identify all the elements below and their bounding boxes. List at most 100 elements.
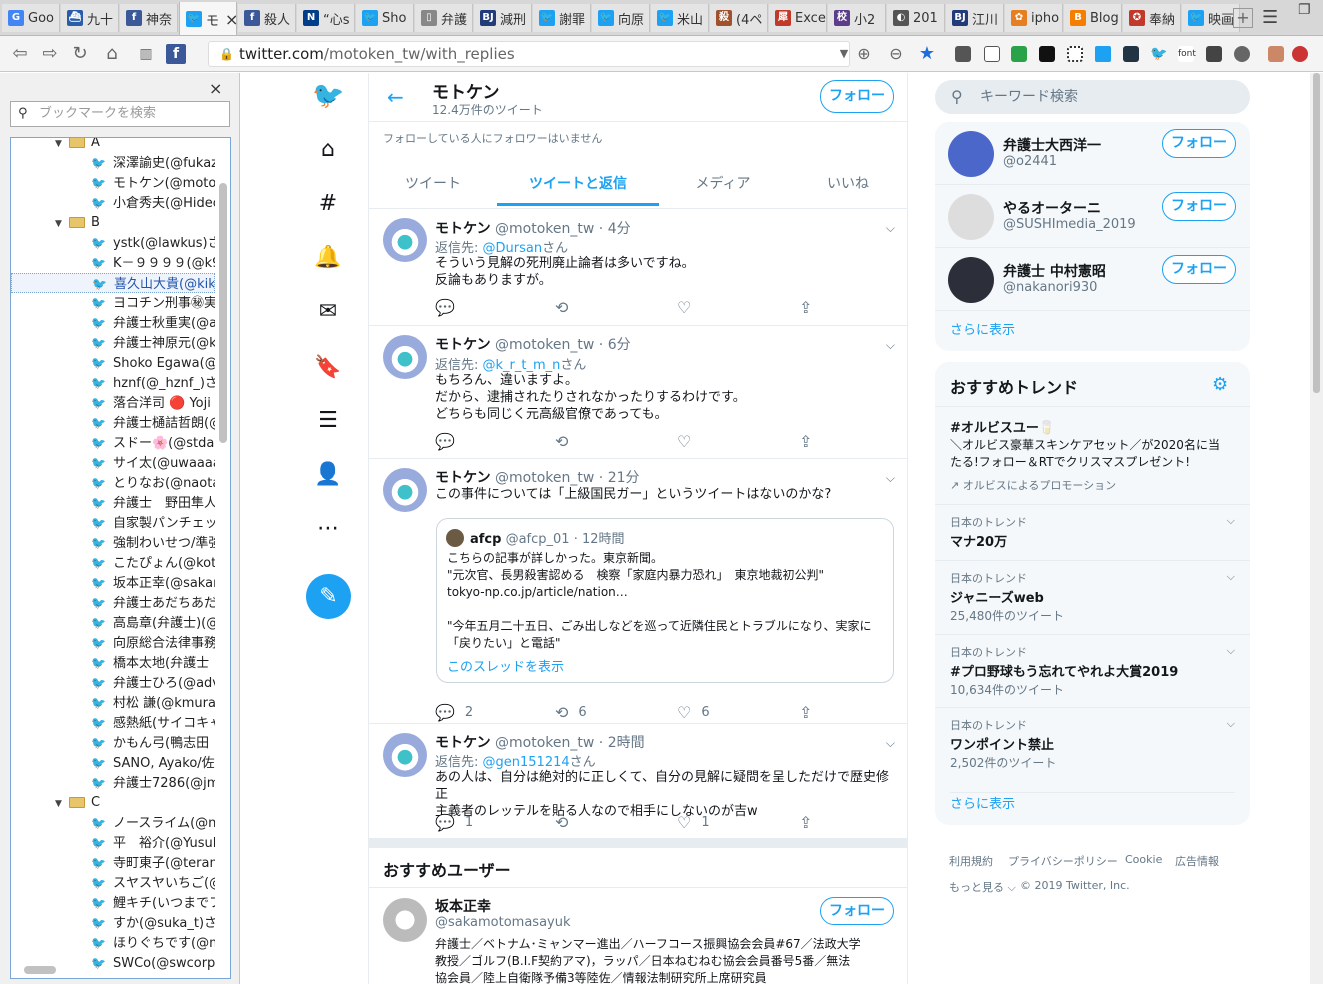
tweet-author-name[interactable]: モトケン bbox=[435, 735, 491, 751]
bookmark-item[interactable]: 🐦 深澤諭史(@fukaz bbox=[11, 153, 215, 173]
reply-to-link[interactable]: @Dursan bbox=[483, 241, 543, 256]
profile-icon[interactable] bbox=[1292, 46, 1308, 62]
twitter-logo-icon[interactable]: 🐦 bbox=[312, 80, 344, 112]
back-arrow-icon[interactable]: ⇦ bbox=[10, 44, 30, 64]
promoted-trend[interactable]: #オルビスユー🥛 ＼オルビス豪華スキンケアセット／が2020名に当 たる!フォロ… bbox=[935, 406, 1250, 498]
who-to-follow-handle[interactable]: @o2441 bbox=[1003, 154, 1057, 169]
browser-tab[interactable]: BJ 減刑 bbox=[474, 4, 532, 32]
bookmark-item[interactable]: 🐦 鯉キチ(いつまでフ bbox=[11, 893, 215, 913]
bookmark-item[interactable]: 🐦 弁護士あだちあだち bbox=[11, 593, 215, 613]
trend-item[interactable]: 日本のトレンド ⌵ マナ20万 bbox=[935, 504, 1250, 559]
share-button[interactable]: ⇪ bbox=[799, 813, 812, 832]
trend-item[interactable]: 日本のトレンド ⌵ ジャニーズweb 25,480件のツイート bbox=[935, 560, 1250, 634]
bookmark-item[interactable]: 🐦 とりなお(@naotar bbox=[11, 473, 215, 493]
bookmark-item[interactable]: 🐦 村松 謙(@kmurar bbox=[11, 693, 215, 713]
like-button[interactable]: ♡ bbox=[677, 298, 701, 317]
chevron-down-icon[interactable]: ⌵ bbox=[1227, 514, 1235, 528]
avatar[interactable] bbox=[383, 898, 427, 942]
browser-tab[interactable]: f 神奈 bbox=[120, 4, 178, 32]
like-button[interactable]: ♡ 6 bbox=[677, 703, 710, 722]
quoted-handle[interactable]: @afcp_01 bbox=[506, 532, 570, 547]
bookmark-item[interactable]: 🐦 向原総合法律事務 bbox=[11, 633, 215, 653]
browser-tab[interactable]: N “心s bbox=[297, 4, 355, 32]
browser-tab[interactable]: G Goo bbox=[2, 4, 60, 32]
avatar[interactable] bbox=[948, 131, 994, 177]
quoted-time[interactable]: · 12時間 bbox=[574, 532, 625, 547]
url-bar[interactable]: 🔒 twitter.com/motoken_tw/with_replies bbox=[208, 41, 850, 67]
tweet-author-name[interactable]: モトケン bbox=[435, 221, 491, 237]
bookmark-folder[interactable]: ▼ C bbox=[11, 793, 215, 813]
who-to-follow-item[interactable]: 弁護士 中村憲昭 @nakanori930 フォロー bbox=[935, 248, 1250, 311]
tweet-handle[interactable]: @motoken_tw bbox=[495, 735, 594, 751]
reply-button[interactable]: 💬 bbox=[435, 298, 465, 317]
reply-button[interactable]: 💬 1 bbox=[435, 813, 473, 832]
who-to-follow-name[interactable]: 弁護士大西洋一 bbox=[1003, 135, 1101, 155]
like-button[interactable]: ♡ bbox=[677, 432, 701, 451]
tab-media[interactable]: メディア bbox=[659, 173, 787, 193]
facebook-icon[interactable]: f bbox=[166, 44, 186, 64]
bookmark-folder[interactable]: ▼ A bbox=[11, 138, 215, 153]
tab-tweets[interactable]: ツイート bbox=[369, 173, 497, 193]
url-dropdown-icon[interactable]: ▼ bbox=[834, 44, 854, 64]
retweet-button[interactable]: ⟲ 6 bbox=[555, 703, 587, 722]
bookmark-item[interactable]: 🐦 弁護士樋詰哲朗(@ bbox=[11, 413, 215, 433]
tweet-handle[interactable]: @motoken_tw bbox=[495, 470, 594, 486]
footer-more-link[interactable]: もっと見る ⌵ bbox=[949, 879, 1016, 895]
move-icon[interactable] bbox=[1067, 46, 1083, 62]
expand-triangle-icon[interactable]: ▼ bbox=[55, 214, 65, 233]
avatar[interactable] bbox=[383, 733, 427, 777]
window-icon[interactable]: ❐ bbox=[1298, 2, 1311, 18]
reload-icon[interactable]: ↻ bbox=[70, 44, 90, 64]
bookmark-item[interactable]: 🐦 弁護士神原元(@k bbox=[11, 333, 215, 353]
bookmark-item[interactable]: 🐦 hznf(@_hznf_)さん bbox=[11, 373, 215, 393]
bookmark-item[interactable]: 🐦 スヤスヤいちご(@ bbox=[11, 873, 215, 893]
share-button[interactable]: ⇪ bbox=[799, 298, 812, 317]
zoom-out-icon[interactable]: ⊖ bbox=[886, 44, 906, 64]
bookmark-item[interactable]: 🐦 サイ太(@uwaaaa) bbox=[11, 453, 215, 473]
footer-privacy-link[interactable]: プライバシーポリシー bbox=[1008, 853, 1118, 869]
menu-icon[interactable]: ☰ bbox=[1262, 7, 1278, 28]
chevron-down-icon[interactable]: ⌵ bbox=[886, 338, 895, 353]
extension-icon[interactable] bbox=[1095, 46, 1111, 62]
font-icon[interactable]: font bbox=[1178, 46, 1196, 62]
bookmark-item[interactable]: 🐦 高島章(弁護士)(@ bbox=[11, 613, 215, 633]
who-to-follow-handle[interactable]: @nakanori930 bbox=[1003, 280, 1097, 295]
browser-tab[interactable]: 🐦 向原 bbox=[592, 4, 650, 32]
profile-avatar-icon[interactable]: 👤 bbox=[312, 459, 344, 491]
bookmarks-icon[interactable]: 🔖 bbox=[312, 352, 344, 384]
zoom-in-icon[interactable]: ⊕ bbox=[854, 44, 874, 64]
explore-hashtag-icon[interactable]: # bbox=[312, 188, 344, 220]
recommended-user-name[interactable]: 坂本正幸 bbox=[435, 896, 491, 916]
bookmark-item[interactable]: 🐦 橋本太地(弁護士 bbox=[11, 653, 215, 673]
bookmark-item[interactable]: 🐦 寺町東子(@teram bbox=[11, 853, 215, 873]
sidebar-close-icon[interactable]: × bbox=[209, 79, 222, 98]
bookmark-item[interactable]: 🐦 平 裕介(@Yusul bbox=[11, 833, 215, 853]
bookmark-item[interactable]: 🐦 ほりぐちです(@ms bbox=[11, 933, 215, 953]
browser-tab[interactable]: ⛴ 九十 bbox=[61, 4, 119, 32]
retweet-button[interactable]: ⟲ bbox=[555, 813, 578, 832]
browser-tab[interactable]: 🐦 謝罪 bbox=[533, 4, 591, 32]
show-thread-link[interactable]: このスレッドを表示 bbox=[447, 656, 564, 675]
avatar[interactable] bbox=[383, 468, 427, 512]
reply-button[interactable]: 💬 2 bbox=[435, 703, 473, 722]
new-tab-button[interactable]: + bbox=[1233, 8, 1253, 28]
avatar[interactable] bbox=[383, 218, 427, 262]
bookmark-item[interactable]: 🐦 落合洋司 🔴 Yoji O bbox=[11, 393, 215, 413]
bookmark-item[interactable]: 🐦 感熱紙(サイコキャ bbox=[11, 713, 215, 733]
avatar[interactable] bbox=[948, 257, 994, 303]
browser-tab[interactable]: 🐦モ × bbox=[179, 2, 237, 35]
more-icon[interactable]: ⋯ bbox=[312, 513, 344, 545]
tweet-time[interactable]: · 2時間 bbox=[599, 735, 645, 751]
page-scrollbar-thumb[interactable] bbox=[1313, 73, 1320, 393]
footer-terms-link[interactable]: 利用規約 bbox=[949, 853, 993, 869]
bookmark-icon[interactable] bbox=[984, 46, 1000, 62]
bookmark-folder[interactable]: ▼ B bbox=[11, 213, 215, 233]
tweet-time[interactable]: · 21分 bbox=[599, 470, 640, 486]
tweet-author-name[interactable]: モトケン bbox=[435, 337, 491, 353]
extension-icon[interactable] bbox=[1206, 46, 1222, 62]
bookmark-item[interactable]: 🐦 ヨコチン刑事㊙実況 bbox=[11, 293, 215, 313]
tweet-time[interactable]: · 4分 bbox=[599, 221, 631, 237]
retweet-button[interactable]: ⟲ bbox=[555, 298, 578, 317]
bookmark-item[interactable]: 🐦 SANO, Ayako/佐 bbox=[11, 753, 215, 773]
twitter-icon[interactable]: 🐦 bbox=[1150, 46, 1167, 62]
